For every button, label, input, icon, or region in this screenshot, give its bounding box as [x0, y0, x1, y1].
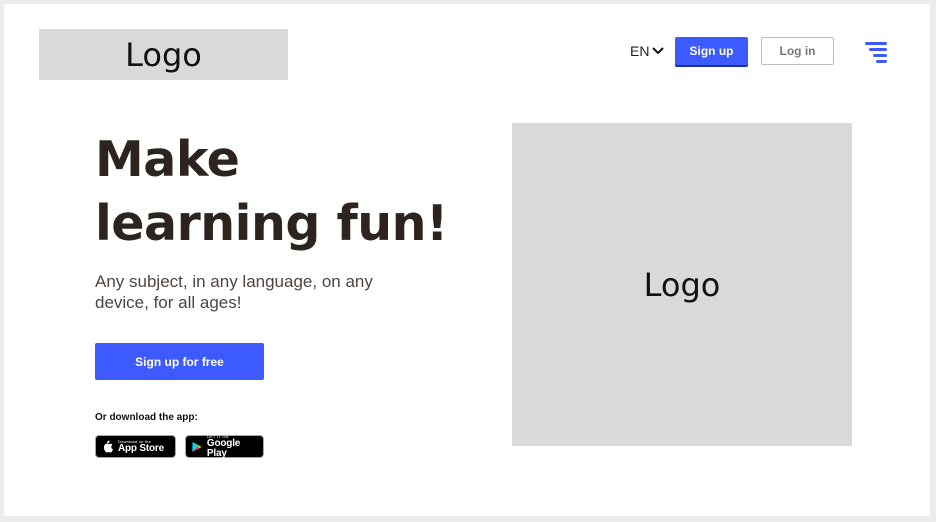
hero-subtitle: Any subject, in any language, on any dev… [95, 272, 373, 312]
hero-image-placeholder: Logo [512, 123, 852, 446]
signup-button[interactable]: Sign up [675, 37, 748, 65]
logo-text: Logo [125, 35, 202, 74]
page-frame: Logo EN Sign up Log in Make learning fun… [4, 4, 930, 516]
google-play-badge[interactable]: GET IT ON Google Play [185, 434, 264, 459]
login-button[interactable]: Log in [761, 37, 834, 65]
app-store-big-text: App Store [118, 442, 164, 454]
hero-headline: Make learning fun! [95, 131, 448, 252]
hamburger-menu-icon[interactable] [863, 40, 887, 63]
app-store-badge[interactable]: Download on the App Store [95, 435, 176, 458]
google-play-big-text: Google Play [206, 437, 241, 459]
language-label: EN [630, 43, 650, 59]
hero-image-text: Logo [643, 265, 721, 304]
chevron-down-icon [652, 47, 665, 55]
apple-icon [103, 440, 113, 453]
language-selector[interactable]: EN [630, 41, 665, 61]
google-play-icon [192, 441, 202, 452]
signup-free-button[interactable]: Sign up for free [95, 343, 264, 380]
download-label: Or download the app: [95, 412, 198, 423]
logo[interactable]: Logo [39, 29, 288, 80]
